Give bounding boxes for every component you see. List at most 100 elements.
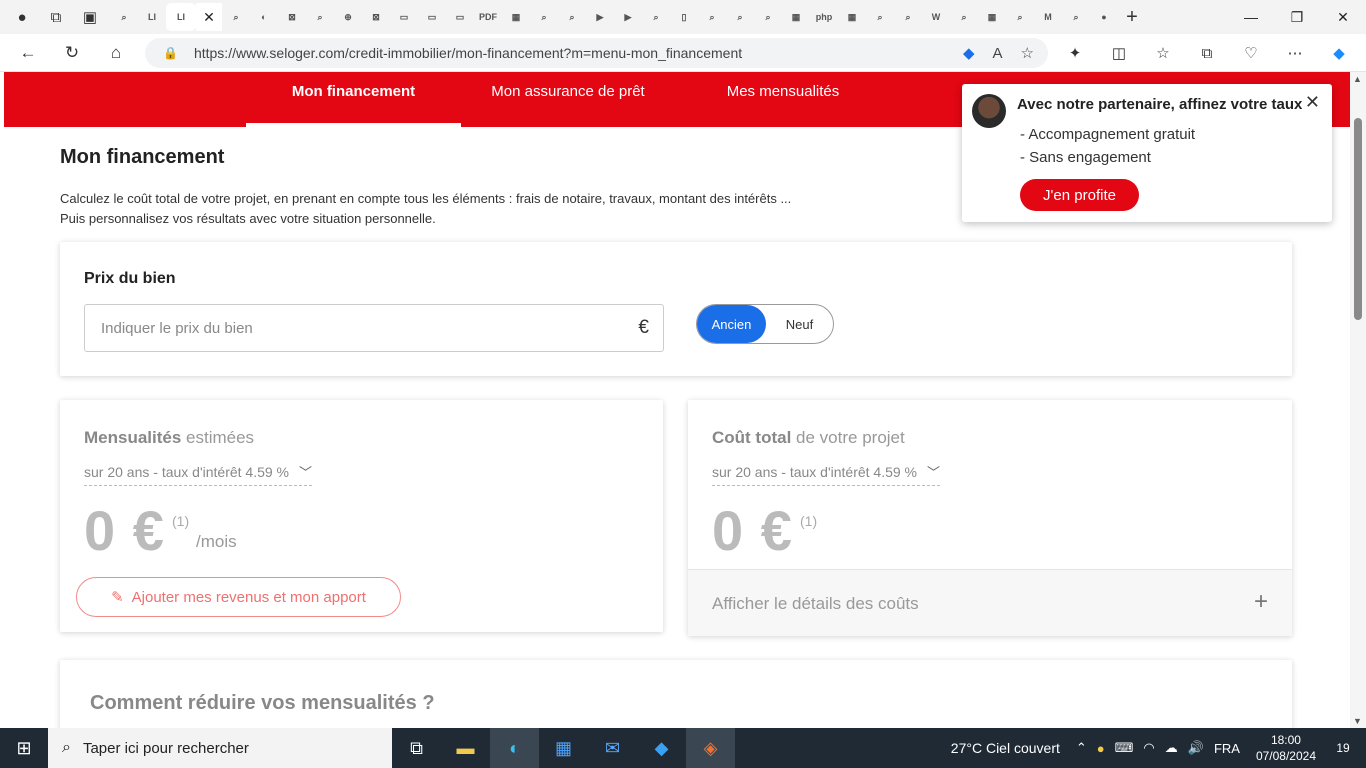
minimize-button[interactable]: — bbox=[1228, 0, 1274, 34]
browser-tab[interactable]: ⌕ bbox=[726, 3, 754, 31]
cost-details-toggle[interactable]: Afficher le détails des coûts + bbox=[688, 569, 1292, 636]
browser-tab[interactable]: ▭ bbox=[418, 3, 446, 31]
lock-icon[interactable]: 🔒 bbox=[163, 46, 178, 60]
browser-tab[interactable]: ● bbox=[1090, 3, 1118, 31]
browser-tab[interactable]: ⌕ bbox=[642, 3, 670, 31]
favorite-star-icon[interactable]: ☆ bbox=[1021, 44, 1034, 62]
browser-tab[interactable]: ⌕ bbox=[894, 3, 922, 31]
browser-tab[interactable]: ⌕ bbox=[866, 3, 894, 31]
price-placeholder[interactable]: Indiquer le prix du bien bbox=[101, 320, 253, 337]
nav-mon-assurance[interactable]: Mon assurance de prêt bbox=[461, 72, 675, 127]
browser-tab[interactable]: ▦ bbox=[838, 3, 866, 31]
search-placeholder[interactable]: Taper ici pour rechercher bbox=[83, 740, 249, 757]
toggle-ancien[interactable]: Ancien bbox=[697, 305, 766, 343]
dropdown-value[interactable]: sur 20 ans - taux d'intérêt 4.59 % bbox=[712, 464, 917, 480]
nav-mon-financement[interactable]: Mon financement bbox=[246, 72, 461, 127]
browser-tab[interactable]: ▯ bbox=[670, 3, 698, 31]
browser-tab[interactable]: ⌕ bbox=[306, 3, 334, 31]
browser-tab[interactable]: ▶ bbox=[614, 3, 642, 31]
scroll-down-icon[interactable]: ▼ bbox=[1353, 716, 1362, 726]
browser-tab[interactable]: ▭ bbox=[390, 3, 418, 31]
close-window-button[interactable]: ✕ bbox=[1320, 0, 1366, 34]
task-view-icon[interactable]: ⧉ bbox=[392, 728, 441, 768]
chevron-down-icon[interactable]: ﹀ bbox=[927, 462, 940, 481]
browser-essentials-icon[interactable]: ♡ bbox=[1236, 38, 1266, 68]
browser-tab[interactable]: ◐ bbox=[250, 3, 278, 31]
browser-tab[interactable]: PDF bbox=[474, 3, 502, 31]
close-tab-icon[interactable]: ✕ bbox=[196, 3, 222, 31]
browser-tab[interactable]: ▦ bbox=[782, 3, 810, 31]
address-bar[interactable]: 🔒 https://www.seloger.com/credit-immobil… bbox=[145, 38, 1048, 68]
plus-icon[interactable]: + bbox=[1254, 588, 1268, 616]
browser-tab[interactable]: ⊕ bbox=[334, 3, 362, 31]
more-icon[interactable]: ⋯ bbox=[1280, 38, 1310, 68]
scroll-up-icon[interactable]: ▲ bbox=[1353, 74, 1362, 84]
language-indicator[interactable]: FRA bbox=[1214, 741, 1240, 756]
shopping-tag-icon[interactable]: ◆ bbox=[963, 44, 975, 62]
extensions-icon[interactable]: ✦ bbox=[1060, 38, 1090, 68]
nav-mes-mensualites[interactable]: Mes mensualités bbox=[675, 72, 891, 127]
browser-tab[interactable]: LI bbox=[138, 3, 166, 31]
back-icon[interactable]: ← bbox=[12, 37, 44, 69]
weather-widget[interactable]: 27°C Ciel couvert bbox=[951, 740, 1060, 756]
jen-profite-button[interactable]: J'en profite bbox=[1020, 179, 1139, 211]
vscode-icon[interactable]: ◆ bbox=[637, 728, 686, 768]
collections-icon[interactable]: ⧉ bbox=[1192, 38, 1222, 68]
notification-center-icon[interactable]: 19 bbox=[1328, 733, 1358, 763]
search-icon[interactable]: ⌕ bbox=[62, 739, 71, 757]
new-tab-button[interactable]: + bbox=[1118, 3, 1146, 31]
loan-term-dropdown[interactable]: sur 20 ans - taux d'intérêt 4.59 % ﹀ bbox=[84, 462, 313, 486]
browser-tab[interactable]: ⌕ bbox=[698, 3, 726, 31]
cost-details-label[interactable]: Afficher le détails des coûts bbox=[712, 594, 919, 614]
read-aloud-icon[interactable]: A bbox=[993, 45, 1003, 62]
browser-tab[interactable]: ⌕ bbox=[222, 3, 250, 31]
browser-tab[interactable]: ⌕ bbox=[754, 3, 782, 31]
edge-icon[interactable]: ◐ bbox=[490, 728, 539, 768]
loan-term-dropdown[interactable]: sur 20 ans - taux d'intérêt 4.59 % ﹀ bbox=[712, 462, 941, 486]
chevron-down-icon[interactable]: ﹀ bbox=[299, 462, 312, 481]
browser-tab[interactable]: ⌕ bbox=[530, 3, 558, 31]
browser-tab[interactable]: ⊠ bbox=[278, 3, 306, 31]
scrollbar-thumb[interactable] bbox=[1354, 118, 1362, 320]
browser-tab[interactable]: ▶ bbox=[586, 3, 614, 31]
favorites-icon[interactable]: ☆ bbox=[1148, 38, 1178, 68]
close-icon[interactable]: ✕ bbox=[1305, 92, 1320, 113]
profile-icon[interactable]: ● bbox=[8, 3, 36, 31]
page-scrollbar[interactable]: ▲ ▼ bbox=[1350, 72, 1366, 728]
browser-tab[interactable]: php bbox=[810, 3, 838, 31]
add-income-button[interactable]: ✎ Ajouter mes revenus et mon apport bbox=[76, 577, 401, 617]
file-explorer-icon[interactable]: ▬ bbox=[441, 728, 490, 768]
store-icon[interactable]: ▦ bbox=[539, 728, 588, 768]
taskbar-search[interactable]: ⌕ Taper ici pour rechercher bbox=[48, 728, 392, 768]
copilot-icon[interactable]: ◆ bbox=[1324, 38, 1354, 68]
browser-tab[interactable]: ⌕ bbox=[1062, 3, 1090, 31]
browser-tab[interactable]: ⊠ bbox=[362, 3, 390, 31]
home-icon[interactable]: ⌂ bbox=[100, 37, 132, 69]
pen-icon[interactable]: ⌨ bbox=[1115, 740, 1134, 756]
browser-tab[interactable]: ▦ bbox=[502, 3, 530, 31]
restore-button[interactable]: ❐ bbox=[1274, 0, 1320, 34]
toggle-neuf[interactable]: Neuf bbox=[766, 305, 833, 343]
tab-actions-icon[interactable]: ▣ bbox=[76, 3, 104, 31]
browser-tab[interactable]: ⌕ bbox=[950, 3, 978, 31]
workspaces-icon[interactable]: ⧉ bbox=[42, 3, 70, 31]
url-text[interactable]: https://www.seloger.com/credit-immobilie… bbox=[194, 45, 742, 61]
browser-tab[interactable]: W bbox=[922, 3, 950, 31]
chevron-up-icon[interactable]: ⌃ bbox=[1076, 740, 1087, 756]
browser-tab[interactable]: ▦ bbox=[978, 3, 1006, 31]
windows-start-icon[interactable]: ⊞ bbox=[0, 728, 48, 768]
app-icon[interactable]: ◈ bbox=[686, 728, 735, 768]
mail-icon[interactable]: ✉ bbox=[588, 728, 637, 768]
dropdown-value[interactable]: sur 20 ans - taux d'intérêt 4.59 % bbox=[84, 464, 289, 480]
wifi-icon[interactable]: ◠ bbox=[1143, 740, 1154, 756]
browser-tab[interactable]: ⌕ bbox=[558, 3, 586, 31]
browser-tab[interactable]: LI bbox=[166, 3, 196, 31]
property-type-toggle[interactable]: Ancien Neuf bbox=[696, 304, 834, 344]
clock[interactable]: 18:00 07/08/2024 bbox=[1256, 732, 1316, 764]
browser-tab[interactable]: ▭ bbox=[446, 3, 474, 31]
split-screen-icon[interactable]: ◫ bbox=[1104, 38, 1134, 68]
browser-tab[interactable]: M bbox=[1034, 3, 1062, 31]
browser-tab[interactable]: ⌕ bbox=[110, 3, 138, 31]
volume-icon[interactable]: 🔊 bbox=[1188, 740, 1204, 756]
price-input[interactable]: Indiquer le prix du bien € bbox=[84, 304, 664, 352]
